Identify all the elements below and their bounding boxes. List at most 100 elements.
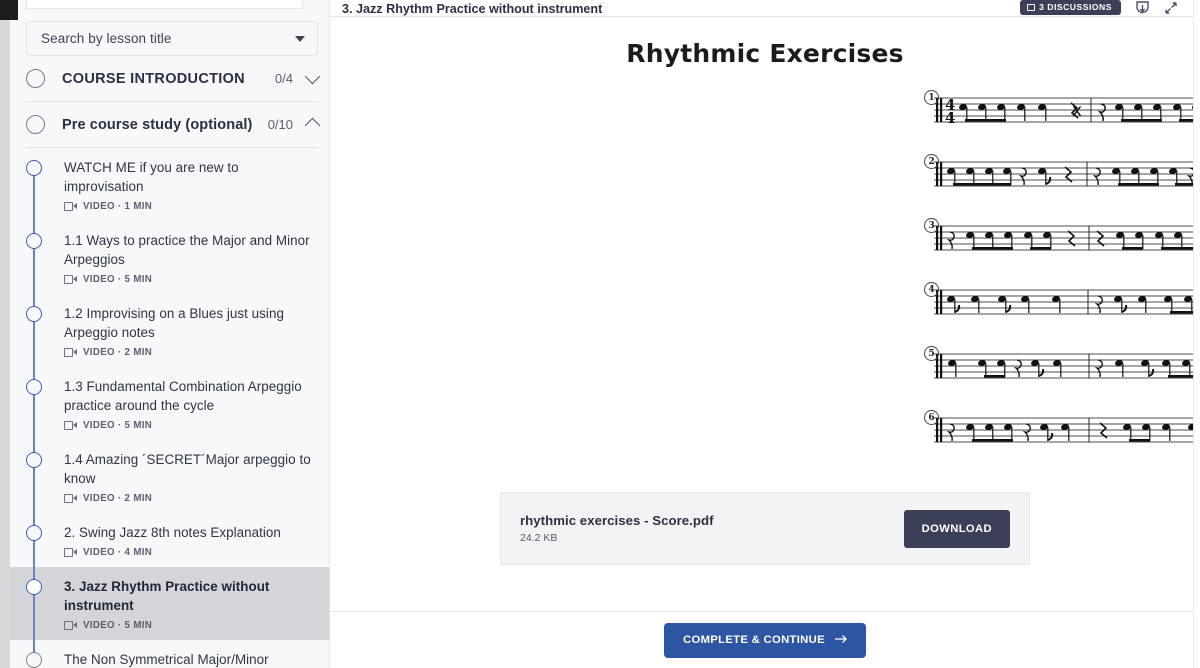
timeline-connector	[33, 241, 35, 307]
sidebar-top-stub	[26, 0, 303, 9]
section-title: COURSE INTRODUCTION	[62, 71, 275, 87]
lesson-title: WATCH ME if you are new to improvisation	[64, 158, 316, 196]
lesson-text: WATCH ME if you are new to improvisation…	[64, 158, 316, 212]
lesson-status-circle	[26, 379, 42, 395]
list-item[interactable]: The Non Symmetrical Major/Minor Arpeggio…	[0, 640, 329, 668]
section-list: COURSE INTRODUCTION 0/4 Pre course study…	[26, 56, 318, 148]
download-button[interactable]: DOWNLOAD	[904, 510, 1010, 548]
lesson-meta: VIDEO · 2 MIN	[64, 347, 316, 358]
lesson-meta: VIDEO · 2 MIN	[64, 493, 316, 504]
exercise-number: 5	[924, 346, 939, 361]
page-title: 3. Jazz Rhythm Practice without instrume…	[342, 3, 602, 15]
lesson-title: 1.2 Improvising on a Blues just using Ar…	[64, 304, 316, 342]
lesson-status-circle	[26, 525, 42, 541]
lesson-meta-label: VIDEO · 5 MIN	[83, 420, 152, 431]
lesson-status-col	[26, 650, 64, 668]
video-icon	[64, 548, 77, 557]
section-header-pre-course-study[interactable]: Pre course study (optional) 0/10	[26, 102, 318, 148]
timeline-connector	[33, 168, 35, 234]
exercise-number: 1	[924, 90, 939, 105]
exercise-number: 6	[924, 410, 939, 425]
comment-icon	[1027, 4, 1035, 11]
arrow-right-icon	[834, 634, 848, 647]
complete-label: COMPLETE & CONTINUE	[683, 634, 825, 646]
lesson-title: 1.1 Ways to practice the Major and Minor…	[64, 231, 316, 269]
discussions-label: 3 DISCUSSIONS	[1039, 3, 1112, 11]
exercise-number: 2	[924, 154, 939, 169]
lesson-meta: VIDEO · 5 MIN	[64, 420, 316, 431]
lesson-meta: VIDEO · 5 MIN	[64, 274, 316, 285]
staff-1: 4 4 x	[330, 90, 1200, 142]
search-input[interactable]: Search by lesson title	[26, 21, 318, 56]
exercise-block-5: 5	[330, 346, 1200, 398]
lesson-text: The Non Symmetrical Major/Minor Arpeggio…	[64, 650, 316, 668]
exercise-block-1: 1 4 4	[330, 90, 1200, 142]
attachment-filesize: 24.2 KB	[520, 532, 904, 544]
timeline-connector	[33, 314, 35, 380]
section-header-course-introduction[interactable]: COURSE INTRODUCTION 0/4	[26, 56, 318, 102]
list-item[interactable]: WATCH ME if you are new to improvisation…	[0, 148, 329, 221]
attachment-area: rhythmic exercises - Score.pdf 24.2 KB D…	[330, 462, 1200, 565]
lesson-topbar: 3. Jazz Rhythm Practice without instrume…	[330, 0, 1200, 17]
lesson-text: 1.4 Amazing ´SECRET´Major arpeggio to kn…	[64, 450, 316, 504]
nav-rail-dark-stub	[0, 0, 18, 20]
video-icon	[64, 494, 77, 503]
list-item[interactable]: 1.2 Improvising on a Blues just using Ar…	[0, 294, 329, 367]
list-item[interactable]: 1.1 Ways to practice the Major and Minor…	[0, 221, 329, 294]
lesson-status-col	[26, 523, 64, 558]
discussions-button[interactable]: 3 DISCUSSIONS	[1020, 0, 1121, 15]
video-icon	[64, 202, 77, 211]
fullscreen-icon[interactable]	[1164, 1, 1178, 15]
chevron-down-icon[interactable]	[305, 69, 321, 85]
list-item[interactable]: 1.4 Amazing ´SECRET´Major arpeggio to kn…	[0, 440, 329, 513]
exercise-block-4: 4	[330, 282, 1200, 334]
lesson-meta: VIDEO · 1 MIN	[64, 201, 316, 212]
exercise-number: 4	[924, 282, 939, 297]
lesson-title: 3. Jazz Rhythm Practice without instrume…	[64, 577, 316, 615]
lesson-text: 1.2 Improvising on a Blues just using Ar…	[64, 304, 316, 358]
score-image: Rhythmic Exercises 1	[330, 17, 1200, 565]
chevron-up-icon[interactable]	[305, 118, 321, 134]
exercise-block-2: 2	[330, 154, 1200, 206]
staff-6	[330, 410, 1200, 462]
curriculum-sidebar: Search by lesson title COURSE INTRODUCTI…	[0, 0, 330, 668]
lesson-status-col	[26, 158, 64, 212]
lesson-meta: VIDEO · 4 MIN	[64, 547, 316, 558]
list-item[interactable]: 2. Swing Jazz 8th notes Explanation VIDE…	[0, 513, 329, 567]
complete-and-continue-button[interactable]: COMPLETE & CONTINUE	[664, 623, 866, 658]
lesson-footer: COMPLETE & CONTINUE	[330, 611, 1200, 668]
lesson-status-col	[26, 231, 64, 285]
lesson-list: WATCH ME if you are new to improvisation…	[0, 148, 329, 668]
video-icon	[64, 275, 77, 284]
lesson-status-circle	[26, 233, 42, 249]
attachment-filename: rhythmic exercises - Score.pdf	[520, 513, 904, 528]
video-icon	[64, 348, 77, 357]
section-title: Pre course study (optional)	[62, 117, 268, 133]
lesson-status-col	[26, 450, 64, 504]
section-count: 0/4	[275, 71, 293, 86]
lesson-status-circle	[26, 652, 42, 668]
chevron-down-icon[interactable]	[295, 36, 305, 42]
lesson-status-circle	[26, 452, 42, 468]
bookmark-icon[interactable]	[1135, 1, 1150, 15]
attachment-card: rhythmic exercises - Score.pdf 24.2 KB D…	[500, 492, 1030, 565]
lesson-meta-label: VIDEO · 1 MIN	[83, 201, 152, 212]
lesson-status-col	[26, 304, 64, 358]
lesson-meta-label: VIDEO · 5 MIN	[83, 620, 152, 631]
lesson-title: 1.3 Fundamental Combination Arpeggio pra…	[64, 377, 316, 415]
lesson-status-circle	[26, 306, 42, 322]
list-item[interactable]: 1.3 Fundamental Combination Arpeggio pra…	[0, 367, 329, 440]
timeline-connector	[33, 460, 35, 526]
lesson-text: 2. Swing Jazz 8th notes Explanation VIDE…	[64, 523, 316, 558]
lesson-text: 1.1 Ways to practice the Major and Minor…	[64, 231, 316, 285]
lesson-status-circle	[26, 579, 42, 595]
lesson-text: 1.3 Fundamental Combination Arpeggio pra…	[64, 377, 316, 431]
staff-2	[330, 154, 1200, 206]
section-count: 0/10	[268, 117, 293, 132]
score-heading: Rhythmic Exercises	[330, 39, 1200, 68]
lesson-title: The Non Symmetrical Major/Minor Arpeggio	[64, 650, 316, 668]
search-area: Search by lesson title	[0, 9, 329, 56]
timeline-connector	[33, 387, 35, 453]
list-item-active[interactable]: 3. Jazz Rhythm Practice without instrume…	[0, 567, 329, 640]
video-icon	[64, 421, 77, 430]
